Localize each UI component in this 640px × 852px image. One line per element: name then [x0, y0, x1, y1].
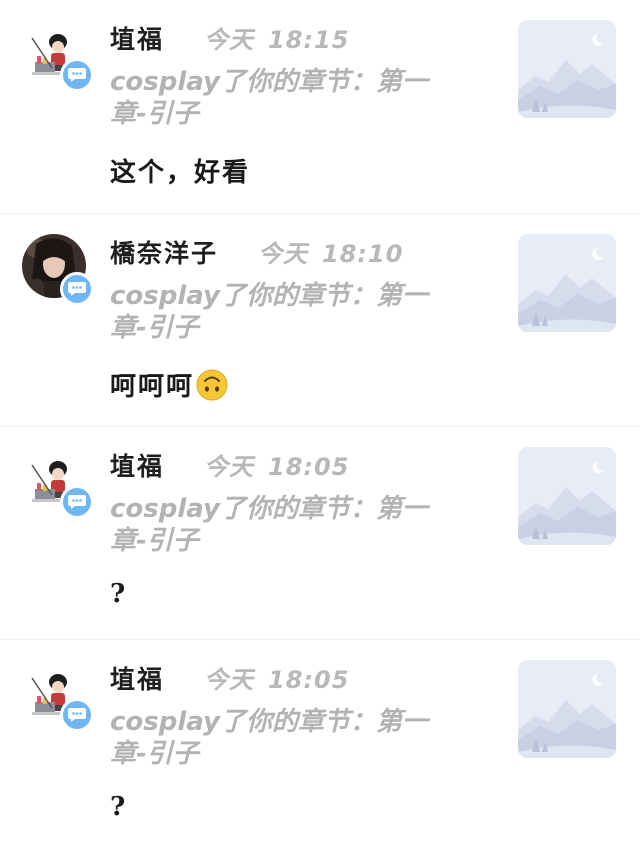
timestamp: 今天 18:15: [204, 20, 349, 55]
mountain-placeholder-icon: [518, 447, 616, 545]
notification-content: 埴福 今天 18:05 cosplay了你的章节：第一 章-引子 ?: [110, 660, 490, 822]
avatar-container[interactable]: [22, 234, 94, 306]
comment-text: 呵呵呵: [110, 366, 490, 403]
notification-meta: 埴福 今天 18:05: [110, 660, 490, 698]
notification-content: 埴福 今天 18:15 cosplay了你的章节：第一 章-引子 这个，好看: [110, 20, 490, 189]
activity-line: 章-引子: [110, 739, 199, 769]
activity-line: cosplay了你的章节：第一: [110, 494, 428, 524]
mountain-placeholder-icon: [518, 660, 616, 758]
notification-item[interactable]: 埴福 今天 18:05 cosplay了你的章节：第一 章-引子 ?: [0, 639, 640, 852]
time-value: 18:10: [322, 240, 404, 268]
username[interactable]: 埴福: [110, 660, 164, 696]
notification-feed: 埴福 今天 18:15 cosplay了你的章节：第一 章-引子 这个，好看 橋…: [0, 0, 640, 852]
username[interactable]: 埴福: [110, 20, 164, 56]
notification-item[interactable]: 橋奈洋子 今天 18:10 cosplay了你的章节：第一 章-引子 呵呵呵: [0, 213, 640, 426]
notification-meta: 埴福 今天 18:15: [110, 20, 490, 58]
username[interactable]: 埴福: [110, 447, 164, 483]
notification-item[interactable]: 埴福 今天 18:15 cosplay了你的章节：第一 章-引子 这个，好看: [0, 0, 640, 213]
mountain-placeholder-icon: [518, 20, 616, 118]
time-value: 18:05: [268, 453, 350, 481]
activity-line: cosplay了你的章节：第一: [110, 67, 428, 97]
comment-body: ?: [110, 579, 128, 609]
comment-body: 这个，好看: [110, 158, 251, 188]
chat-bubble-icon: [60, 698, 94, 732]
chapter-thumbnail[interactable]: [518, 447, 616, 545]
activity-line: 章-引子: [110, 526, 199, 556]
notification-item[interactable]: 埴福 今天 18:05 cosplay了你的章节：第一 章-引子 ?: [0, 426, 640, 639]
chapter-thumbnail[interactable]: [518, 20, 616, 118]
time-label: 今天: [204, 26, 255, 54]
activity-text[interactable]: cosplay了你的章节：第一 章-引子: [110, 493, 490, 557]
comment-text: ?: [110, 579, 490, 609]
avatar-container[interactable]: [22, 447, 94, 519]
mountain-placeholder-icon: [518, 234, 616, 332]
timestamp: 今天 18:05: [204, 447, 349, 482]
chat-bubble-icon: [60, 485, 94, 519]
activity-line: 章-引子: [110, 99, 199, 129]
activity-text[interactable]: cosplay了你的章节：第一 章-引子: [110, 280, 490, 344]
chapter-thumbnail[interactable]: [518, 234, 616, 332]
activity-text[interactable]: cosplay了你的章节：第一 章-引子: [110, 706, 490, 770]
comment-body: 呵呵呵: [110, 372, 195, 402]
time-label: 今天: [204, 666, 255, 694]
comment-body: ?: [110, 792, 128, 822]
chat-bubble-icon: [60, 272, 94, 306]
comment-text: 这个，好看: [110, 152, 490, 189]
chapter-thumbnail[interactable]: [518, 660, 616, 758]
avatar-container[interactable]: [22, 20, 94, 92]
notification-meta: 埴福 今天 18:05: [110, 447, 490, 485]
time-label: 今天: [204, 453, 255, 481]
username[interactable]: 橋奈洋子: [110, 234, 218, 270]
activity-line: cosplay了你的章节：第一: [110, 707, 428, 737]
activity-line: 章-引子: [110, 313, 199, 343]
upside-down-face-icon: [196, 369, 228, 401]
chat-bubble-icon: [60, 58, 94, 92]
timestamp: 今天 18:05: [204, 660, 349, 695]
comment-text: ?: [110, 792, 490, 822]
notification-content: 橋奈洋子 今天 18:10 cosplay了你的章节：第一 章-引子 呵呵呵: [110, 234, 490, 403]
notification-content: 埴福 今天 18:05 cosplay了你的章节：第一 章-引子 ?: [110, 447, 490, 609]
activity-text[interactable]: cosplay了你的章节：第一 章-引子: [110, 66, 490, 130]
activity-line: cosplay了你的章节：第一: [110, 281, 428, 311]
time-value: 18:05: [268, 666, 350, 694]
avatar-container[interactable]: [22, 660, 94, 732]
time-label: 今天: [258, 240, 309, 268]
timestamp: 今天 18:10: [258, 234, 403, 269]
notification-meta: 橋奈洋子 今天 18:10: [110, 234, 490, 272]
time-value: 18:15: [268, 26, 350, 54]
